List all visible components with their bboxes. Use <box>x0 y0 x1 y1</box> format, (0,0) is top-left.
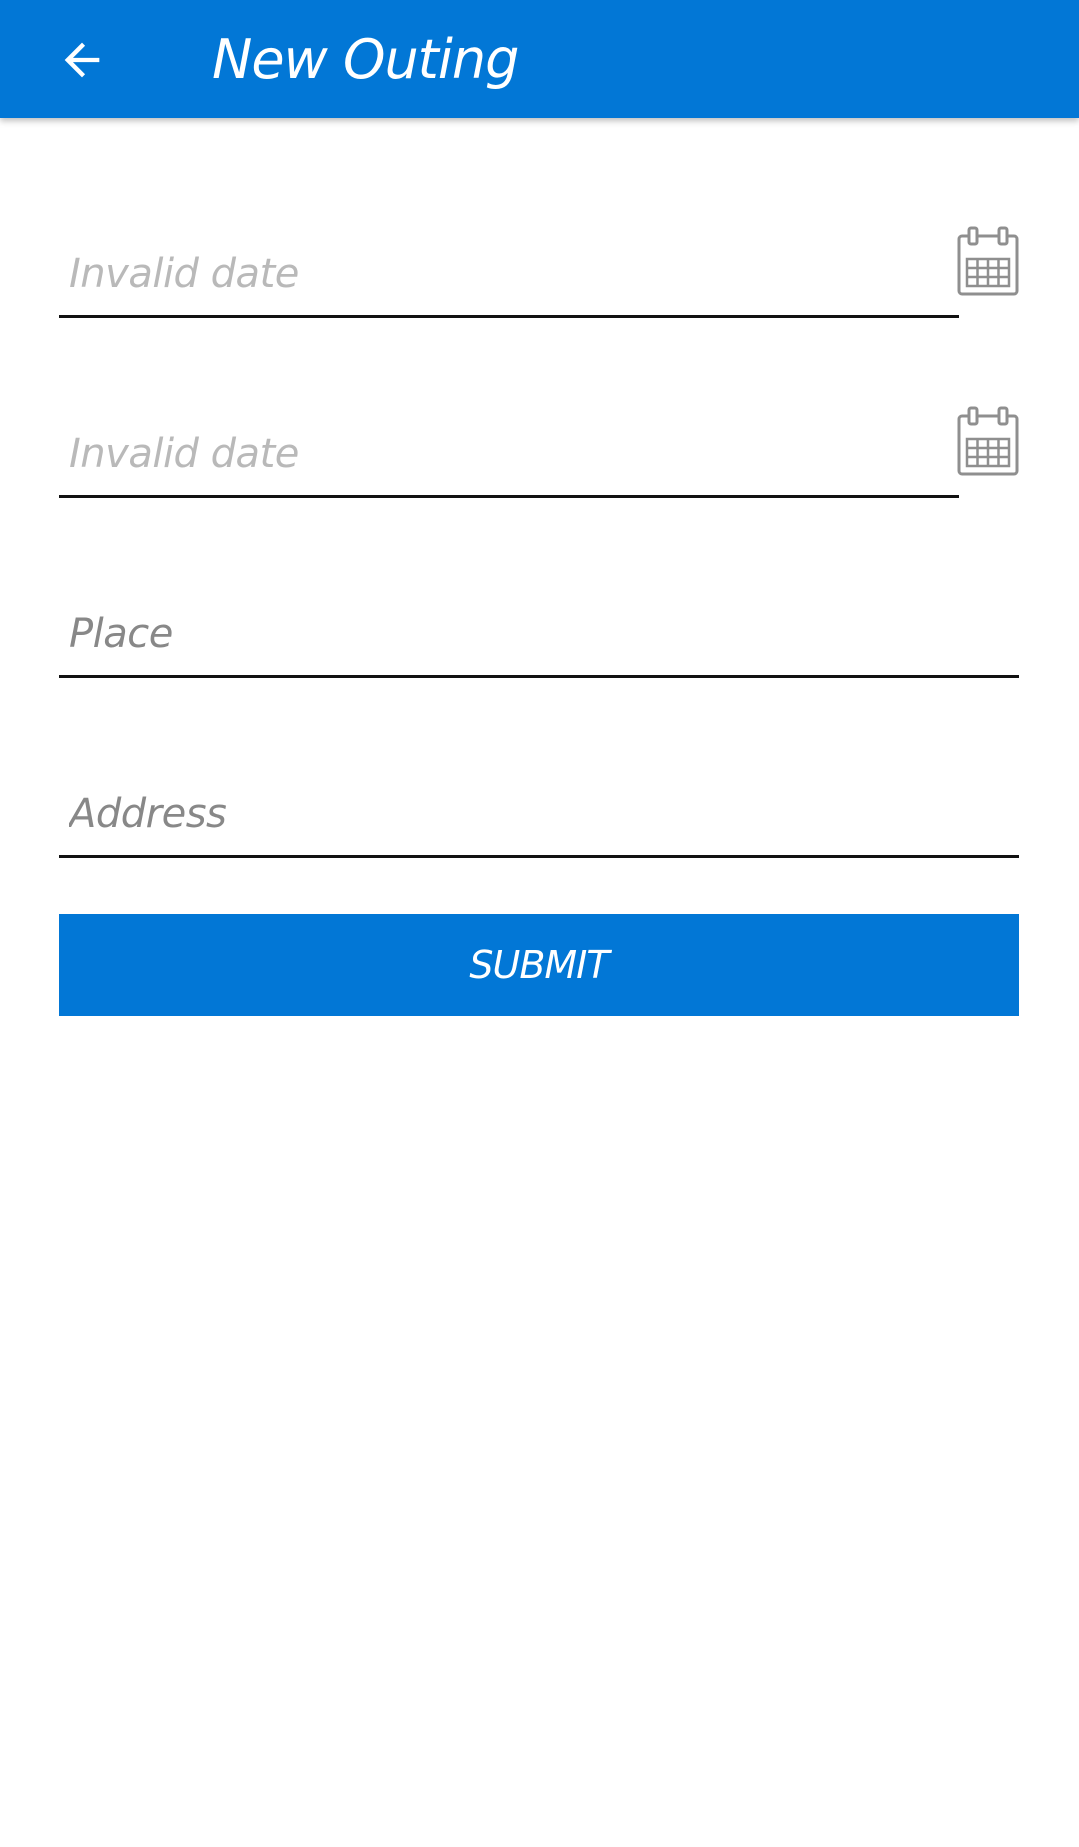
address-input[interactable] <box>69 786 1009 842</box>
calendar-icon <box>957 226 1019 296</box>
app-bar: New Outing <box>0 0 1079 118</box>
end-date-input[interactable] <box>69 426 949 482</box>
start-date-field <box>59 218 959 318</box>
calendar-icon <box>957 406 1019 476</box>
place-input[interactable] <box>69 606 1009 662</box>
place-field <box>59 578 1019 678</box>
start-date-input[interactable] <box>69 246 949 302</box>
start-date-picker-button[interactable] <box>956 226 1020 298</box>
address-field <box>59 758 1019 858</box>
arrow-left-icon <box>64 42 100 78</box>
end-date-picker-button[interactable] <box>956 406 1020 478</box>
back-button[interactable] <box>40 18 124 102</box>
submit-button[interactable]: SUBMIT <box>59 914 1019 1016</box>
page-title: New Outing <box>212 28 519 91</box>
end-date-field <box>59 398 959 498</box>
